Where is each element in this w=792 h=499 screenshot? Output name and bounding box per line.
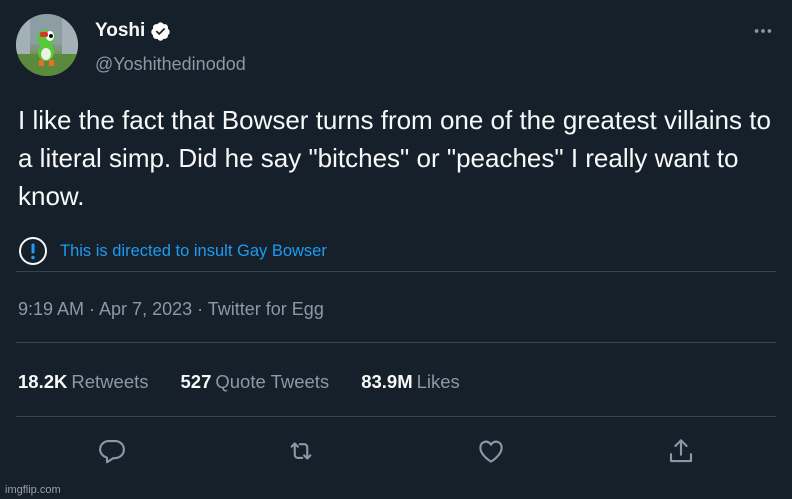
yoshi-avatar-image [16,14,78,76]
verified-badge-icon [151,21,171,41]
likes-stat[interactable]: 83.9M Likes [361,371,460,393]
tweet-meta[interactable]: 9:19 AM · Apr 7, 2023 · Twitter for Egg [18,299,324,320]
quotes-stat[interactable]: 527 Quote Tweets [181,371,330,393]
likes-label: Likes [416,371,460,392]
retweets-count: 18.2K [18,371,68,392]
divider [16,271,776,272]
quotes-label: Quote Tweets [215,371,330,392]
divider [16,416,776,417]
avatar[interactable] [16,14,78,76]
divider [16,342,776,343]
context-notice[interactable]: This is directed to insult Gay Bowser [18,236,327,266]
reply-icon[interactable] [97,436,127,466]
exclamation-circle-icon [19,237,47,265]
retweets-label: Retweets [71,371,149,392]
author-name-row[interactable]: Yoshi [95,20,171,42]
more-dots-icon[interactable] [752,20,774,42]
likes-count: 83.9M [361,371,413,392]
action-bar [0,436,792,466]
tweet-text: I like the fact that Bowser turns from o… [18,105,771,211]
handle[interactable]: @Yoshithedinodod [95,54,246,75]
quotes-count: 527 [180,371,212,392]
watermark: imgflip.com [5,484,61,496]
display-name[interactable]: Yoshi [95,20,145,42]
retweet-icon[interactable] [286,436,316,466]
share-icon[interactable] [666,436,696,466]
retweets-stat[interactable]: 18.2K Retweets [18,371,149,393]
notice-link[interactable]: This is directed to insult Gay Bowser [60,242,327,261]
engagement-stats: 18.2K Retweets 527 Quote Tweets 83.9M Likes [18,371,492,393]
like-icon[interactable] [476,436,506,466]
